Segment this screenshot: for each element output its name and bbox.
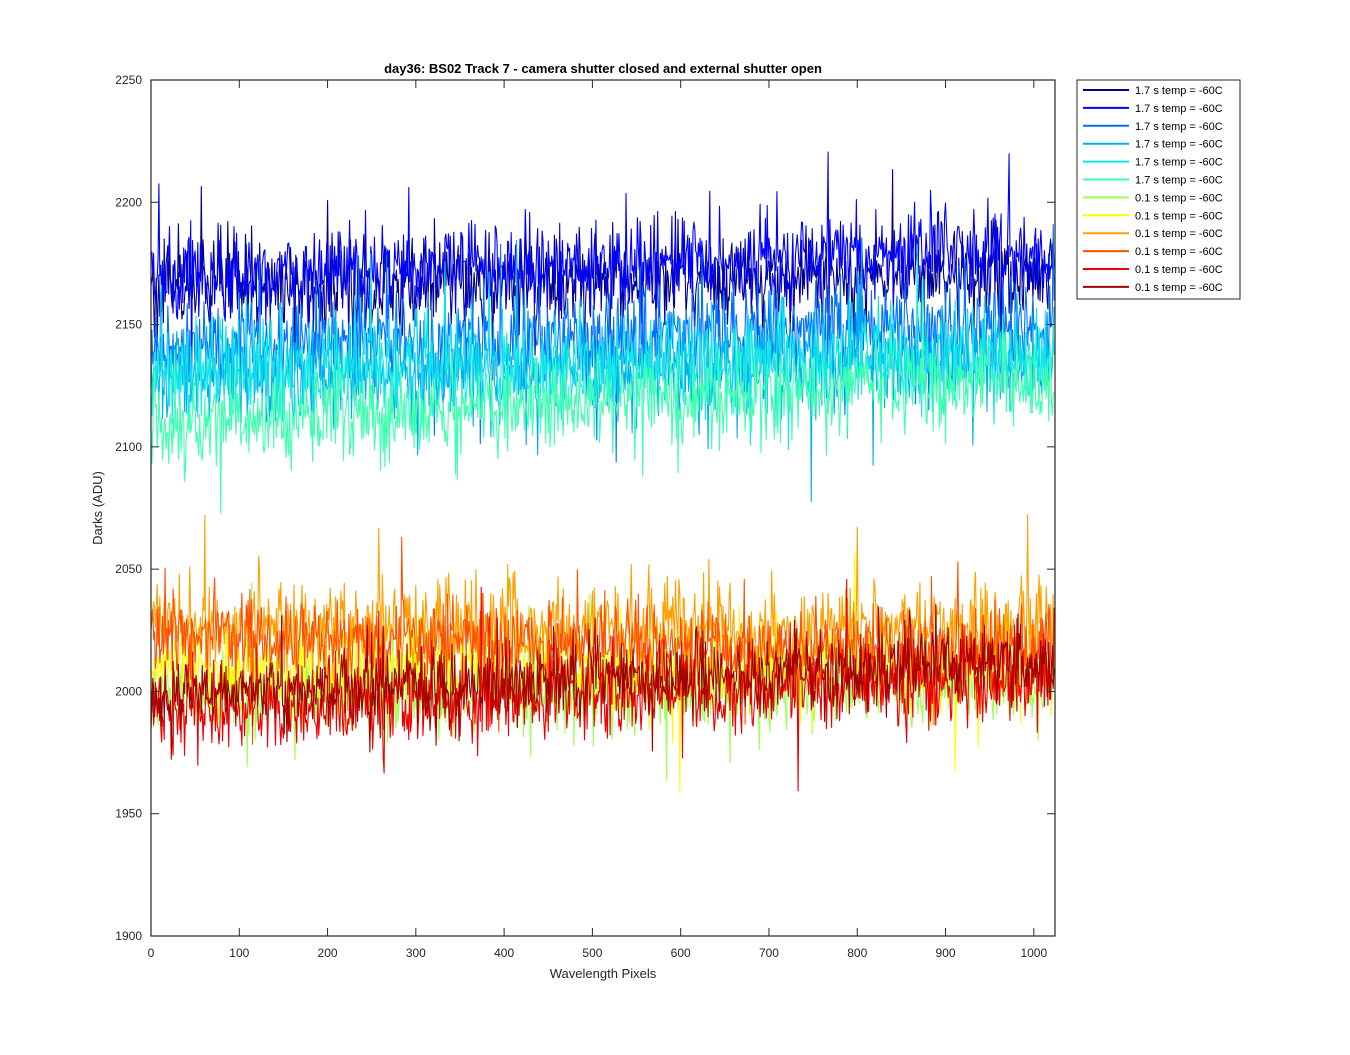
x-tick-label: 400: [494, 946, 514, 960]
figure: 0 100 200 300 400 500 600 700 800 900 1000 1900 1950…: [0, 0, 1350, 1050]
line-chart: 0 100 200 300 400 500 600 700 800 900 1000 1900 1950…: [90, 61, 1241, 981]
x-tick-label: 900: [936, 946, 956, 960]
legend-label: 0.1 s temp = -60C: [1135, 282, 1223, 294]
plot-area: [151, 80, 1055, 936]
x-tick-label: 1000: [1020, 946, 1047, 960]
y-axis-label: Darks (ADU): [90, 471, 105, 545]
x-tick-label: 200: [318, 946, 338, 960]
legend-label: 1.7 s temp = -60C: [1135, 139, 1223, 151]
x-tick-label: 700: [759, 946, 779, 960]
legend-label: 1.7 s temp = -60C: [1135, 175, 1223, 187]
x-tick-label: 600: [671, 946, 691, 960]
x-tick-label: 0: [148, 946, 155, 960]
legend-label: 0.1 s temp = -60C: [1135, 210, 1223, 222]
legend-label: 1.7 s temp = -60C: [1135, 121, 1223, 133]
y-tick-label: 2000: [115, 684, 142, 698]
x-tick-label: 500: [582, 946, 602, 960]
legend-label: 0.1 s temp = -60C: [1135, 246, 1223, 258]
y-tick-label: 2100: [115, 440, 142, 454]
legend: 1.7 s temp = -60C 1.7 s temp = -60C 1.7 s …: [1076, 79, 1241, 300]
legend-label: 1.7 s temp = -60C: [1135, 85, 1223, 97]
legend-label: 1.7 s temp = -60C: [1135, 157, 1223, 169]
y-tick-label: 2250: [115, 73, 142, 87]
legend-label: 0.1 s temp = -60C: [1135, 264, 1223, 276]
y-tick-label: 1950: [115, 807, 142, 821]
y-tick-label: 2050: [115, 562, 142, 576]
legend-label: 0.1 s temp = -60C: [1135, 228, 1223, 240]
legend-label: 1.7 s temp = -60C: [1135, 103, 1223, 115]
legend-label: 0.1 s temp = -60C: [1135, 192, 1223, 204]
y-tick-label: 1900: [115, 929, 142, 943]
chart-title: day36: BS02 Track 7 - camera shutter clo…: [384, 61, 822, 76]
y-tick-label: 2150: [115, 318, 142, 332]
x-axis-label: Wavelength Pixels: [550, 966, 657, 981]
x-tick-label: 300: [406, 946, 426, 960]
x-tick-label: 800: [847, 946, 867, 960]
y-tick-label: 2200: [115, 195, 142, 209]
x-tick-label: 100: [229, 946, 249, 960]
